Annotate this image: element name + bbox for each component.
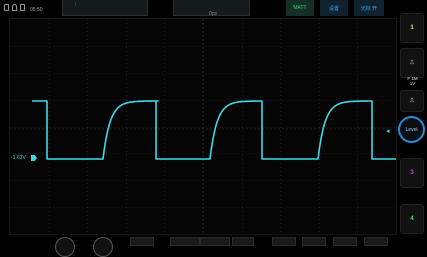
channel-offset-label: -1.63V xyxy=(11,155,26,161)
bottom-bar xyxy=(0,236,427,257)
trigger-info-line2: 1V xyxy=(409,81,416,86)
trigger-level-arrow-icon: ◂ xyxy=(386,128,390,135)
channel-3-label: 3 xyxy=(410,170,414,176)
timebase-panel[interactable]: / xyxy=(62,0,148,16)
rising-edge-button[interactable]: ⎍ xyxy=(400,48,424,78)
level-button[interactable]: Level xyxy=(398,116,425,143)
channel-4-button[interactable]: 4 xyxy=(400,204,424,234)
falling-edge-button[interactable]: ⎍ xyxy=(400,90,424,112)
channel-1-button[interactable]: 1 xyxy=(400,13,424,43)
level-button-label: Level xyxy=(405,126,418,133)
status-icons xyxy=(4,4,25,11)
slash-icon: / xyxy=(75,2,77,8)
channel-1-label: 1 xyxy=(410,25,414,31)
sim-icon xyxy=(4,4,9,11)
channel-1-trace xyxy=(32,100,396,160)
measure-button[interactable]: MATT xyxy=(286,0,314,16)
trigger-info: F 1M 1V xyxy=(400,76,425,86)
channel-4-label: 4 xyxy=(410,216,414,222)
measure-button-label: MATT xyxy=(293,5,307,11)
battery-icon xyxy=(20,4,25,11)
position-panel[interactable]: 0ps xyxy=(173,0,250,17)
channel-3-button[interactable]: 3 xyxy=(400,158,424,188)
top-bar: 05:50 / 0ps MATT 设置 光标 开 xyxy=(0,0,397,17)
run-stop-knob[interactable] xyxy=(55,237,75,257)
side-panel: 1 ⎍ F 1M 1V ⎍ Level 3 4 xyxy=(398,8,427,238)
cursor-button-label: 光标 开 xyxy=(360,5,378,12)
cursor-button[interactable]: 光标 开 xyxy=(354,0,384,16)
waveform-svg xyxy=(10,19,396,234)
rising-edge-icon: ⎍ xyxy=(409,59,415,66)
waveform-display[interactable] xyxy=(9,18,397,235)
settings-button-label: 设置 xyxy=(328,5,339,12)
status-time: 05:50 xyxy=(30,7,43,13)
single-knob[interactable] xyxy=(93,237,113,257)
falling-edge-icon: ⎍ xyxy=(409,97,415,104)
position-label: 0ps xyxy=(209,11,218,17)
settings-button[interactable]: 设置 xyxy=(320,0,348,16)
wifi-icon xyxy=(12,4,17,11)
